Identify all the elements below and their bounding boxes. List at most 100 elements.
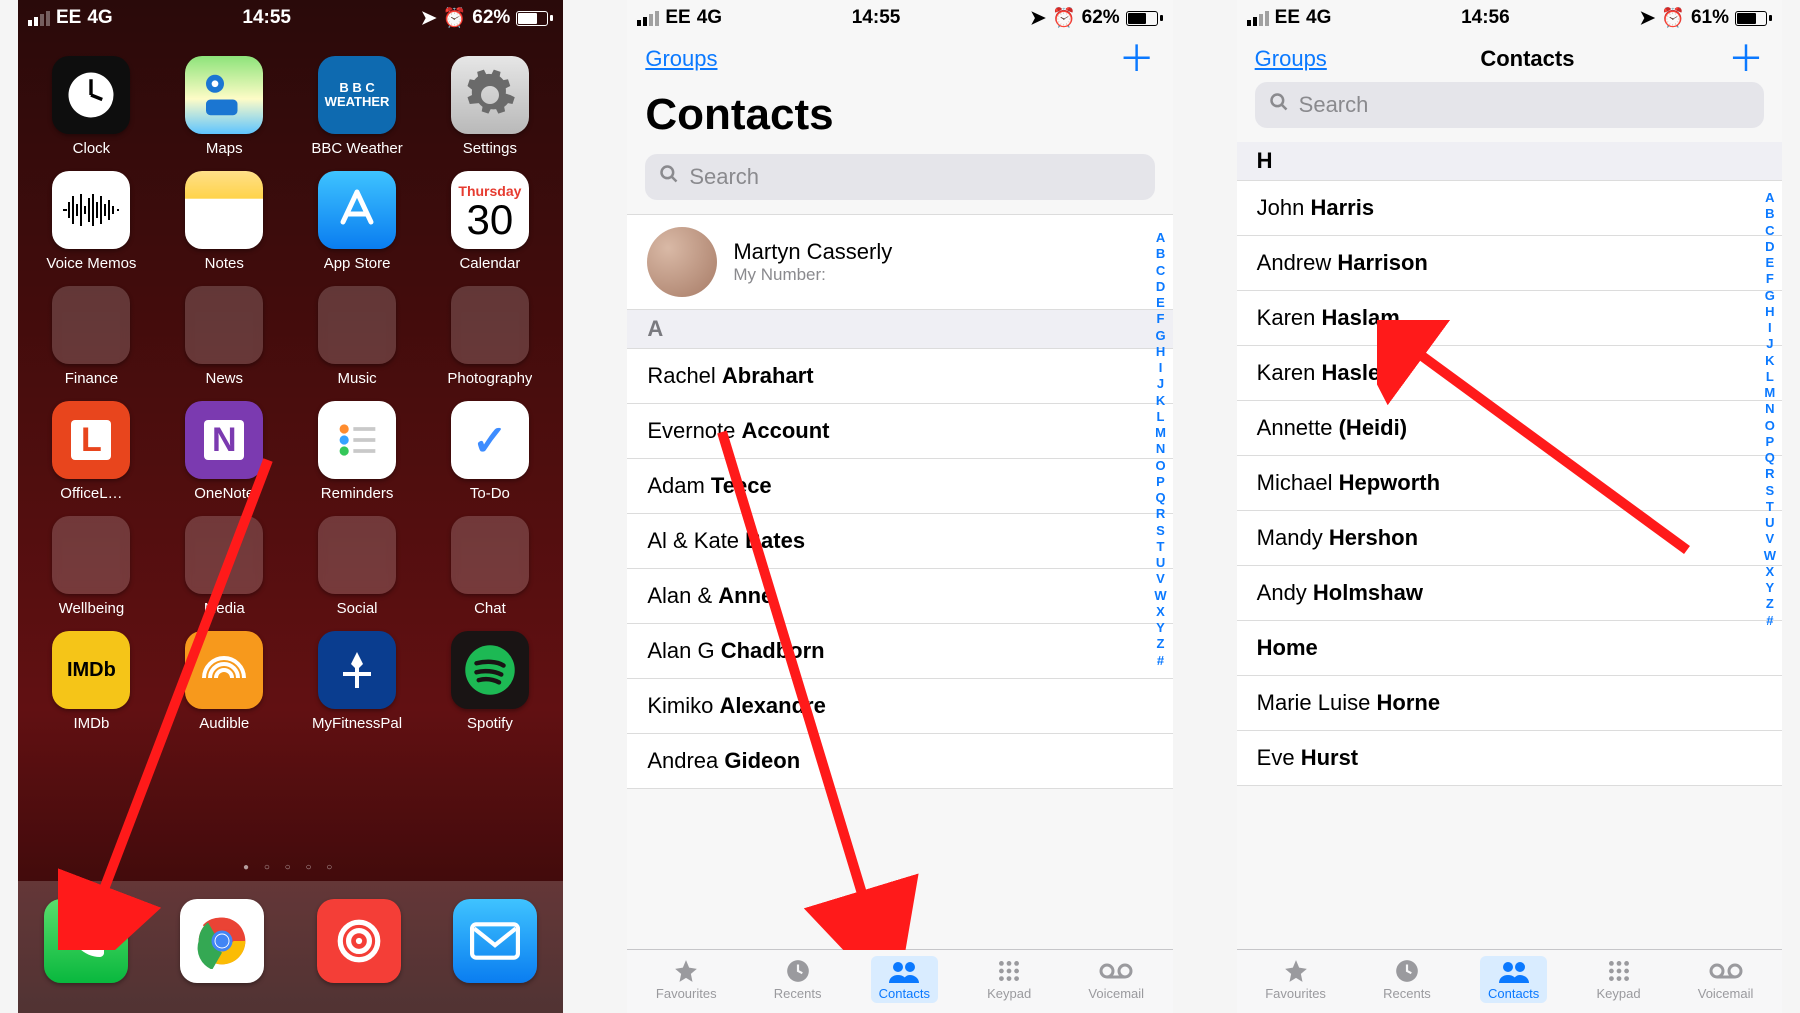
index-letter[interactable]: # [1764,613,1776,629]
app-onenote[interactable]: NOneNote [169,401,280,502]
app-wellbeing[interactable]: Wellbeing [36,516,147,617]
contact-row[interactable]: Andrew Harrison [1237,236,1782,291]
index-letter[interactable]: H [1154,344,1166,360]
index-letter[interactable]: C [1154,263,1166,279]
index-letter[interactable]: D [1764,239,1776,255]
index-letter[interactable]: R [1764,466,1776,482]
my-card-row[interactable]: Martyn Casserly My Number: [627,214,1172,310]
index-letter[interactable]: P [1764,434,1776,450]
alphabet-index[interactable]: ABCDEFGHIJKLMNOPQRSTUVWXYZ# [1154,230,1166,669]
index-letter[interactable]: O [1154,458,1166,474]
index-letter[interactable]: U [1764,515,1776,531]
index-letter[interactable]: L [1154,409,1166,425]
contact-row[interactable]: Mandy Hershon [1237,511,1782,566]
app-clock[interactable]: Clock [36,56,147,157]
index-letter[interactable]: S [1764,483,1776,499]
contact-row[interactable]: Alan G Chadborn [627,624,1172,679]
index-letter[interactable]: B [1764,206,1776,222]
index-letter[interactable]: M [1764,385,1776,401]
index-letter[interactable]: Y [1154,620,1166,636]
contact-row[interactable]: Kimiko Alexandre [627,679,1172,734]
app-audible[interactable]: Audible [169,631,280,732]
contact-row[interactable]: Andy Holmshaw [1237,566,1782,621]
contact-row[interactable]: Alan & Anne [627,569,1172,624]
index-letter[interactable]: A [1764,190,1776,206]
index-letter[interactable]: J [1154,376,1166,392]
add-contact-button[interactable]: ＋ [1119,50,1155,68]
search-field[interactable]: Search [645,154,1154,200]
groups-link[interactable]: Groups [1255,46,1327,72]
index-letter[interactable]: F [1154,311,1166,327]
tab-recents[interactable]: Recents [766,956,830,1003]
index-letter[interactable]: O [1764,418,1776,434]
index-letter[interactable]: J [1764,336,1776,352]
index-letter[interactable]: F [1764,271,1776,287]
dock-app-pocket-casts[interactable] [317,899,401,983]
index-letter[interactable]: Q [1764,450,1776,466]
tab-keypad[interactable]: Keypad [1588,956,1648,1003]
app-myfitnesspal[interactable]: MyFitnessPal [302,631,413,732]
contact-row[interactable]: Home [1237,621,1782,676]
tab-voicemail[interactable]: Voicemail [1690,956,1762,1003]
index-letter[interactable]: G [1764,288,1776,304]
contact-row[interactable]: Adam Teece [627,459,1172,514]
contact-row[interactable]: Michael Hepworth [1237,456,1782,511]
app-chat[interactable]: Chat [434,516,545,617]
index-letter[interactable]: A [1154,230,1166,246]
index-letter[interactable]: X [1764,564,1776,580]
index-letter[interactable]: E [1154,295,1166,311]
contact-row[interactable]: John Harris [1237,181,1782,236]
app-settings[interactable]: Settings [434,56,545,157]
app-finance[interactable]: Finance [36,286,147,387]
app-spotify[interactable]: Spotify [434,631,545,732]
index-letter[interactable]: U [1154,555,1166,571]
index-letter[interactable]: R [1154,506,1166,522]
app-voice-memos[interactable]: Voice Memos [36,171,147,272]
app-imdb[interactable]: IMDbIMDb [36,631,147,732]
index-letter[interactable]: N [1154,441,1166,457]
index-letter[interactable]: X [1154,604,1166,620]
tab-contacts[interactable]: Contacts [1480,956,1547,1003]
contact-row[interactable]: Al & Kate Bates [627,514,1172,569]
search-field[interactable]: Search [1255,82,1764,128]
app-maps[interactable]: Maps [169,56,280,157]
index-letter[interactable]: D [1154,279,1166,295]
tab-voicemail[interactable]: Voicemail [1080,956,1152,1003]
alphabet-index[interactable]: ABCDEFGHIJKLMNOPQRSTUVWXYZ# [1764,190,1776,629]
app-notes[interactable]: Notes [169,171,280,272]
index-letter[interactable]: N [1764,401,1776,417]
app-news[interactable]: News [169,286,280,387]
index-letter[interactable]: G [1154,328,1166,344]
index-letter[interactable]: I [1154,360,1166,376]
index-letter[interactable]: V [1764,531,1776,547]
index-letter[interactable]: P [1154,474,1166,490]
index-letter[interactable]: Z [1764,596,1776,612]
app-bbc-weather[interactable]: B B CWEATHERBBC Weather [302,56,413,157]
contact-row[interactable]: Eve Hurst [1237,731,1782,786]
app-app-store[interactable]: App Store [302,171,413,272]
tab-recents[interactable]: Recents [1375,956,1439,1003]
tab-favourites[interactable]: Favourites [648,956,725,1003]
index-letter[interactable]: S [1154,523,1166,539]
contact-row[interactable]: Annette (Heidi) [1237,401,1782,456]
index-letter[interactable]: Y [1764,580,1776,596]
index-letter[interactable]: M [1154,425,1166,441]
app-music[interactable]: Music [302,286,413,387]
index-letter[interactable]: C [1764,223,1776,239]
contact-row[interactable]: Rachel Abrahart [627,349,1172,404]
index-letter[interactable]: Z [1154,636,1166,652]
contact-row[interactable]: Evernote Account [627,404,1172,459]
index-letter[interactable]: E [1764,255,1776,271]
app-calendar[interactable]: Thursday30Calendar [434,171,545,272]
tab-contacts[interactable]: Contacts [871,956,938,1003]
app-reminders[interactable]: Reminders [302,401,413,502]
app-photography[interactable]: Photography [434,286,545,387]
index-letter[interactable]: I [1764,320,1776,336]
contact-row[interactable]: Andrea Gideon [627,734,1172,789]
index-letter[interactable]: # [1154,653,1166,669]
index-letter[interactable]: K [1764,353,1776,369]
dock-app-chrome[interactable] [180,899,264,983]
tab-favourites[interactable]: Favourites [1257,956,1334,1003]
index-letter[interactable]: V [1154,571,1166,587]
index-letter[interactable]: T [1764,499,1776,515]
